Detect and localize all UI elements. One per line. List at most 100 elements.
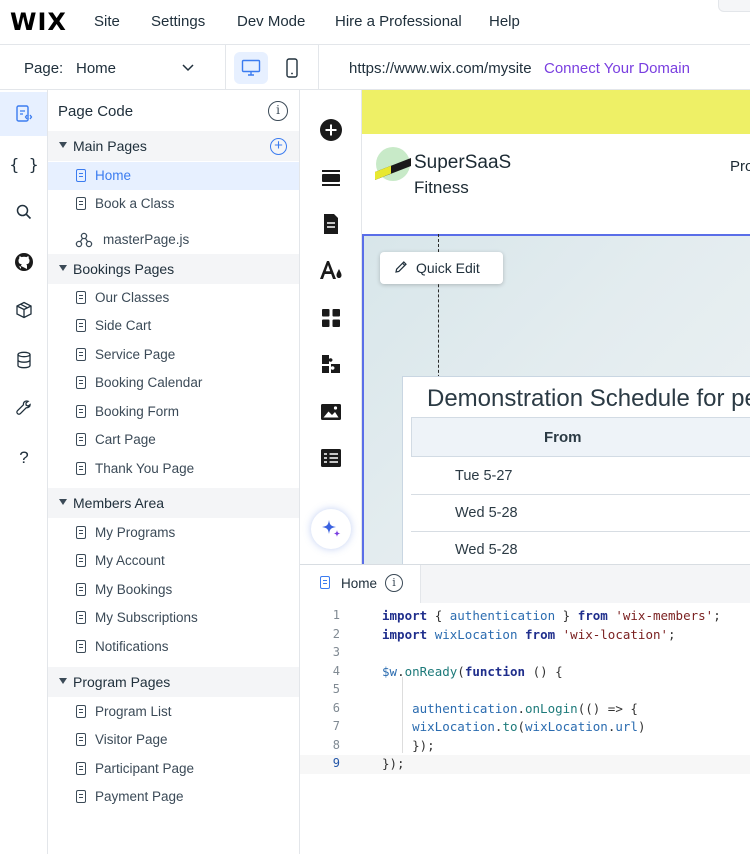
rail-databases[interactable] — [4, 338, 44, 382]
page-item-notifications[interactable]: Notifications — [48, 633, 299, 661]
page-icon — [76, 319, 86, 332]
page-item-booking-calendar[interactable]: Booking Calendar — [48, 369, 299, 397]
code-content: import { authentication } from 'wix-memb… — [382, 608, 721, 623]
desktop-view-button[interactable] — [234, 52, 268, 84]
code-line[interactable]: 3 — [300, 644, 750, 663]
page-item-booking-form[interactable]: Booking Form — [48, 398, 299, 426]
pages-menu-button[interactable] — [319, 212, 343, 236]
code-line-current[interactable]: 9 }); — [300, 755, 750, 774]
page-item-label: Booking Calendar — [95, 375, 203, 390]
menu-settings[interactable]: Settings — [151, 13, 205, 30]
rail-page-code[interactable] — [0, 92, 47, 136]
page-item-my-bookings[interactable]: My Bookings — [48, 576, 299, 604]
code-line[interactable]: 6 authentication.onLogin(() => { — [300, 700, 750, 719]
page-item-my-account[interactable]: My Account — [48, 547, 299, 575]
ai-assistant-button[interactable] — [311, 509, 351, 549]
business-apps-button[interactable] — [319, 352, 343, 376]
editor-tab-home[interactable]: Home i — [300, 565, 421, 603]
page-icon — [76, 197, 86, 210]
site-nav-item[interactable]: Pro — [730, 158, 750, 175]
info-icon[interactable]: i — [385, 574, 403, 592]
page-item-program-list[interactable]: Program List — [48, 698, 299, 726]
divider — [318, 45, 319, 90]
rail-packages[interactable] — [4, 288, 44, 332]
line-number: 5 — [332, 682, 340, 696]
mobile-view-button[interactable] — [276, 52, 308, 84]
rail-search[interactable] — [4, 190, 44, 234]
wix-logo[interactable]: WIX — [10, 8, 67, 36]
menu-help[interactable]: Help — [489, 13, 520, 30]
site-url: https://www.wix.com/mysite — [349, 60, 532, 77]
page-icon — [76, 790, 86, 803]
code-line[interactable]: 2 import wixLocation from 'wix-location'… — [300, 626, 750, 645]
site-canvas[interactable]: SuperSaaS Fitness Pro Quick Edit Demonst… — [362, 90, 750, 564]
page-item-my-programs[interactable]: My Programs — [48, 519, 299, 547]
top-right-button[interactable] — [718, 0, 750, 12]
schedule-row[interactable]: Wed 5-28 — [411, 495, 750, 532]
page-item-book-a-class[interactable]: Book a Class — [48, 190, 299, 218]
section-main-pages[interactable]: Main Pages + — [48, 131, 299, 161]
page-item-payment-page[interactable]: Payment Page — [48, 783, 299, 811]
page-item-cart-page[interactable]: Cart Page — [48, 426, 299, 454]
design-icon — [320, 261, 342, 279]
site-design-button[interactable] — [319, 258, 343, 282]
page-item-our-classes[interactable]: Our Classes — [48, 284, 299, 312]
add-section-button[interactable] — [319, 166, 343, 190]
rail-developer-tools[interactable] — [4, 386, 44, 430]
menu-hire-a-professional[interactable]: Hire a Professional — [335, 13, 462, 30]
page-selector[interactable]: Home — [76, 60, 116, 77]
page-item-label: masterPage.js — [103, 232, 190, 247]
schedule-row[interactable]: Tue 5-27 — [411, 458, 750, 495]
page-icon — [76, 348, 86, 361]
page-item-label: Service Page — [95, 347, 176, 362]
page-item-thank-you-page[interactable]: Thank You Page — [48, 455, 299, 483]
connect-domain-link[interactable]: Connect Your Domain — [544, 60, 690, 77]
mobile-icon — [286, 58, 298, 78]
brand-logo — [375, 147, 411, 181]
cms-button[interactable] — [319, 446, 343, 470]
page-icon — [76, 554, 86, 567]
page-item-label: Participant Page — [95, 761, 195, 776]
code-text-area[interactable]: 1 import { authentication } from 'wix-me… — [300, 607, 750, 847]
schedule-widget[interactable]: Demonstration Schedule for pe From Tue 5… — [402, 376, 750, 564]
rail-code-files[interactable]: { } — [4, 142, 44, 186]
line-number: 9 — [332, 756, 340, 770]
add-elements-button[interactable] — [319, 118, 343, 142]
search-icon — [16, 204, 32, 220]
menu-dev-mode[interactable]: Dev Mode — [237, 13, 305, 30]
page-icon — [76, 705, 86, 718]
pages-code-icon — [15, 105, 32, 122]
menu-site[interactable]: Site — [94, 13, 120, 30]
code-line[interactable]: 8 }); — [300, 737, 750, 756]
page-item-my-subscriptions[interactable]: My Subscriptions — [48, 604, 299, 632]
quick-edit-button[interactable]: Quick Edit — [380, 252, 503, 284]
page-code-panel: Page Code i Main Pages + Home Book a Cla… — [48, 90, 300, 854]
code-line[interactable]: 4 $w.onReady(function () { — [300, 663, 750, 682]
page-item-service-page[interactable]: Service Page — [48, 341, 299, 369]
line-number: 6 — [332, 700, 340, 715]
schedule-row[interactable]: Wed 5-28 — [411, 532, 750, 564]
section-bookings-pages[interactable]: Bookings Pages — [48, 254, 299, 284]
add-page-icon[interactable]: + — [270, 138, 287, 155]
chevron-down-icon[interactable] — [180, 59, 196, 75]
editor-tab-label: Home — [341, 576, 378, 591]
section-program-pages[interactable]: Program Pages — [48, 667, 299, 697]
rail-github[interactable] — [4, 240, 44, 284]
code-line[interactable]: 5 — [300, 681, 750, 700]
page-item-label: My Account — [95, 553, 165, 568]
page-item-side-cart[interactable]: Side Cart — [48, 312, 299, 340]
code-line[interactable]: 7 wixLocation.to(wixLocation.url) — [300, 718, 750, 737]
media-button[interactable] — [319, 400, 343, 424]
page-item-home[interactable]: Home — [48, 162, 299, 190]
code-line[interactable]: 1 import { authentication } from 'wix-me… — [300, 607, 750, 626]
info-icon[interactable]: i — [268, 101, 288, 121]
rail-help[interactable]: ? — [4, 436, 44, 480]
line-number: 2 — [332, 626, 340, 641]
site-header[interactable]: SuperSaaS Fitness Pro — [362, 134, 750, 234]
page-item-participant-page[interactable]: Participant Page — [48, 755, 299, 783]
section-label: Bookings Pages — [73, 261, 175, 277]
page-item-master-page[interactable]: masterPage.js — [48, 226, 299, 254]
section-members-area[interactable]: Members Area — [48, 488, 299, 518]
add-apps-button[interactable] — [319, 306, 343, 330]
page-item-visitor-page[interactable]: Visitor Page — [48, 726, 299, 754]
